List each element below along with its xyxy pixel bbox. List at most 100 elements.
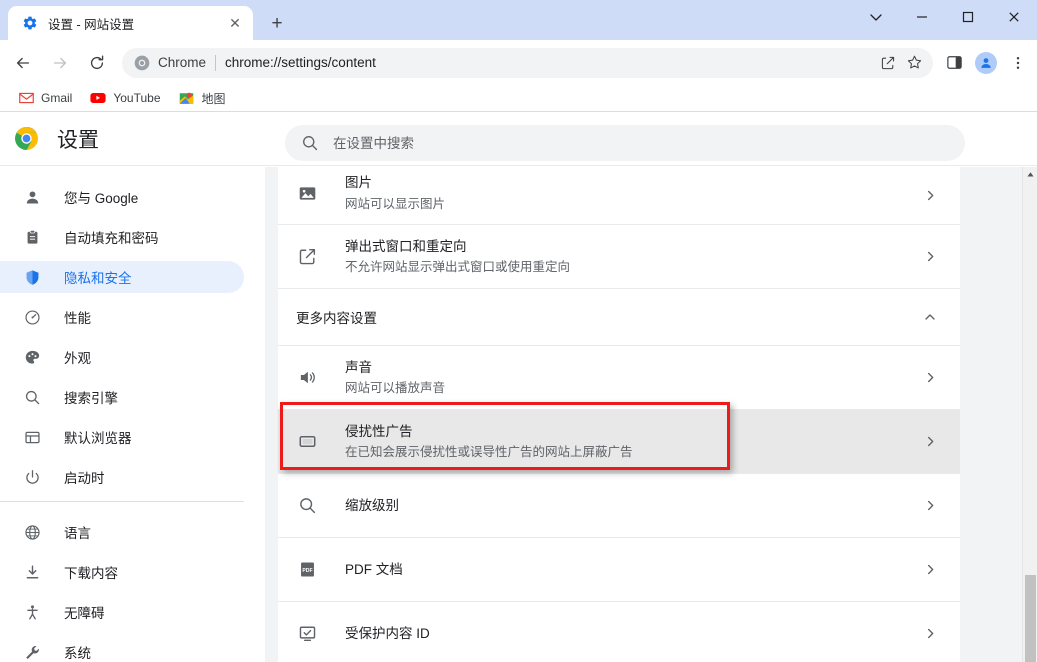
setting-title: 弹出式窗口和重定向: [345, 238, 467, 254]
setting-title: 声音: [345, 359, 372, 375]
sidebar-item-appearance[interactable]: 外观: [0, 341, 244, 373]
person-icon: [22, 187, 42, 207]
reload-button[interactable]: [82, 48, 112, 78]
magnifier-icon: [296, 495, 318, 517]
tab-title: 设置 - 网站设置: [48, 17, 135, 32]
sidebar-item-languages[interactable]: 语言: [0, 516, 244, 548]
sidebar-item-label: 默认浏览器: [64, 431, 132, 446]
setting-row-text: 图片 网站可以显示图片: [345, 173, 920, 213]
globe-icon: [22, 522, 42, 542]
side-panel-icon[interactable]: [939, 48, 969, 78]
sidebar-item-search-engine[interactable]: 搜索引擎: [0, 381, 244, 413]
settings-search-box[interactable]: [285, 125, 965, 161]
chevron-right-icon[interactable]: [920, 500, 940, 511]
setting-row-sound[interactable]: 声音 网站可以播放声音: [278, 346, 960, 410]
settings-sidebar: 您与 Google 自动填充和密码 隐私和安全 性能 外观 搜索引擎 默认浏览器…: [0, 167, 265, 662]
chrome-icon: [134, 55, 150, 70]
palette-icon: [22, 347, 42, 367]
profile-avatar[interactable]: [975, 51, 997, 74]
sidebar-item-on-startup[interactable]: 启动时: [0, 461, 244, 493]
setting-row-popups-redirects[interactable]: 弹出式窗口和重定向 不允许网站显示弹出式窗口或使用重定向: [278, 225, 960, 289]
setting-row-protected-content-id[interactable]: 受保护内容 ID: [278, 602, 960, 662]
bookmark-gmail[interactable]: Gmail: [10, 87, 80, 109]
sidebar-item-label: 下载内容: [64, 566, 118, 581]
clipboard-icon: [22, 227, 42, 247]
search-icon: [303, 136, 318, 151]
setting-title: 缩放级别: [345, 497, 399, 513]
close-button[interactable]: [991, 0, 1037, 33]
forward-button[interactable]: [45, 48, 75, 78]
sidebar-item-label: 无障碍: [64, 606, 105, 621]
bookmark-maps[interactable]: 地图: [171, 87, 234, 109]
search-icon: [22, 387, 42, 407]
section-title: 更多内容设置: [296, 311, 377, 326]
sidebar-item-privacy-and-security[interactable]: 隐私和安全: [0, 261, 244, 293]
setting-title: 受保护内容 ID: [345, 625, 430, 641]
chevron-up-icon[interactable]: [920, 311, 940, 323]
setting-subtitle: 网站可以显示图片: [345, 196, 446, 211]
tab-search-button[interactable]: [853, 0, 899, 33]
sidebar-item-label: 隐私和安全: [64, 271, 132, 286]
shield-icon: [22, 267, 42, 287]
gear-icon: [23, 16, 37, 30]
setting-row-pdf-documents[interactable]: PDF PDF 文档: [278, 538, 960, 602]
share-icon[interactable]: [875, 50, 901, 76]
chevron-right-icon[interactable]: [920, 564, 940, 575]
speaker-icon: [296, 367, 318, 389]
setting-title: 图片: [345, 175, 372, 190]
bookmark-label: Gmail: [41, 91, 73, 105]
content-scrollbar[interactable]: [1022, 167, 1037, 662]
bookmark-youtube[interactable]: YouTube: [82, 87, 168, 109]
setting-row-text: 受保护内容 ID: [345, 624, 920, 644]
browser-toolbar: Chrome chrome://settings/content: [0, 40, 1037, 85]
chevron-right-icon[interactable]: [920, 190, 940, 201]
sidebar-item-autofill[interactable]: 自动填充和密码: [0, 221, 244, 253]
search-input[interactable]: [333, 135, 965, 151]
power-icon: [22, 467, 42, 487]
address-bar[interactable]: Chrome chrome://settings/content: [122, 47, 933, 78]
bookmark-star-icon[interactable]: [901, 50, 927, 76]
scrollbar-thumb[interactable]: [1025, 575, 1036, 662]
minimize-button[interactable]: [899, 0, 945, 33]
browser-tab[interactable]: 设置 - 网站设置 ✕: [8, 6, 253, 40]
setting-row-zoom-levels[interactable]: 缩放级别: [278, 474, 960, 538]
pdf-icon: PDF: [296, 559, 318, 581]
tab-strip: 设置 - 网站设置 ✕ +: [0, 0, 1037, 40]
sidebar-item-you-and-google[interactable]: 您与 Google: [0, 181, 244, 213]
sidebar-item-label: 系统: [64, 646, 91, 661]
content-settings-card: 图片 网站可以显示图片 弹出式窗口和重定向 不允许网站显示弹出式窗口或使用重定向…: [278, 167, 960, 662]
browser-window-icon: [22, 427, 42, 447]
chevron-right-icon[interactable]: [920, 436, 940, 447]
gmail-icon: [18, 90, 34, 106]
tab-close-button[interactable]: ✕: [225, 13, 245, 33]
sidebar-item-default-browser[interactable]: 默认浏览器: [0, 421, 244, 453]
back-button[interactable]: [8, 48, 38, 78]
bookmark-label: 地图: [201, 91, 226, 106]
sidebar-item-performance[interactable]: 性能: [0, 301, 244, 333]
svg-text:PDF: PDF: [302, 568, 312, 574]
sidebar-item-system[interactable]: 系统: [0, 636, 244, 662]
youtube-icon: [90, 90, 106, 106]
sidebar-item-label: 语言: [64, 526, 91, 541]
chevron-right-icon[interactable]: [920, 251, 940, 262]
section-header-more-content-settings[interactable]: 更多内容设置: [278, 289, 960, 346]
sidebar-divider: [0, 501, 244, 502]
external-link-icon: [296, 246, 318, 268]
chevron-right-icon[interactable]: [920, 372, 940, 383]
sidebar-item-downloads[interactable]: 下载内容: [0, 556, 244, 588]
new-tab-button[interactable]: +: [263, 9, 291, 37]
setting-row-intrusive-ads[interactable]: 侵扰性广告 在已知会展示侵扰性或误导性广告的网站上屏蔽广告: [278, 410, 960, 474]
omnibox-separator: [215, 54, 217, 71]
setting-subtitle: 在已知会展示侵扰性或误导性广告的网站上屏蔽广告: [345, 445, 633, 460]
setting-subtitle: 网站可以播放声音: [345, 381, 446, 396]
sidebar-item-accessibility[interactable]: 无障碍: [0, 596, 244, 628]
three-dot-menu-icon[interactable]: [1003, 48, 1033, 78]
setting-row-images[interactable]: 图片 网站可以显示图片: [278, 167, 960, 225]
maximize-button[interactable]: [945, 0, 991, 33]
image-icon: [296, 182, 318, 204]
sidebar-item-label: 自动填充和密码: [64, 231, 159, 246]
scrollbar-up-arrow[interactable]: [1023, 167, 1037, 181]
settings-content-area: 图片 网站可以显示图片 弹出式窗口和重定向 不允许网站显示弹出式窗口或使用重定向…: [265, 167, 1037, 662]
setting-row-text: 弹出式窗口和重定向 不允许网站显示弹出式窗口或使用重定向: [345, 237, 920, 277]
chevron-right-icon[interactable]: [920, 628, 940, 639]
